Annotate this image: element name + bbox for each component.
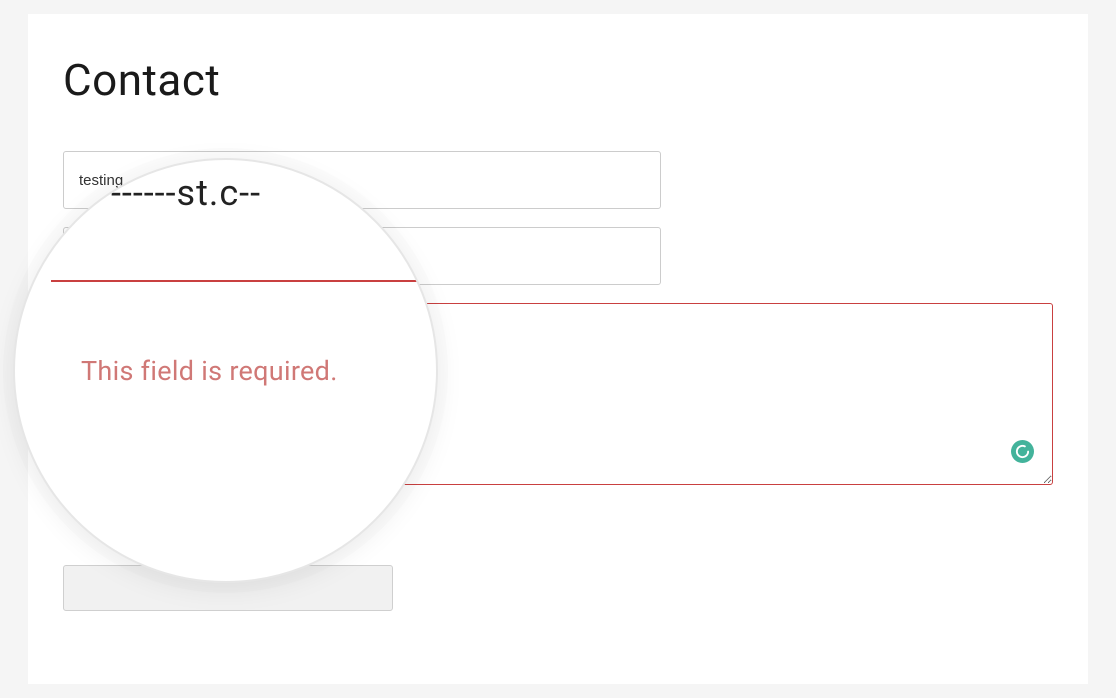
validation-error-text: This field is required.	[81, 355, 338, 387]
page-title: Contact	[63, 54, 1053, 106]
magnifier-lens: ‑‑‑‑‑‑st.c‑‑ This field is required.	[13, 158, 438, 583]
magnified-textarea-border	[51, 280, 438, 540]
magnified-partial-text: ‑‑‑‑‑‑st.c‑‑	[111, 172, 261, 214]
magnifier-content: ‑‑‑‑‑‑st.c‑‑ This field is required.	[15, 160, 436, 581]
